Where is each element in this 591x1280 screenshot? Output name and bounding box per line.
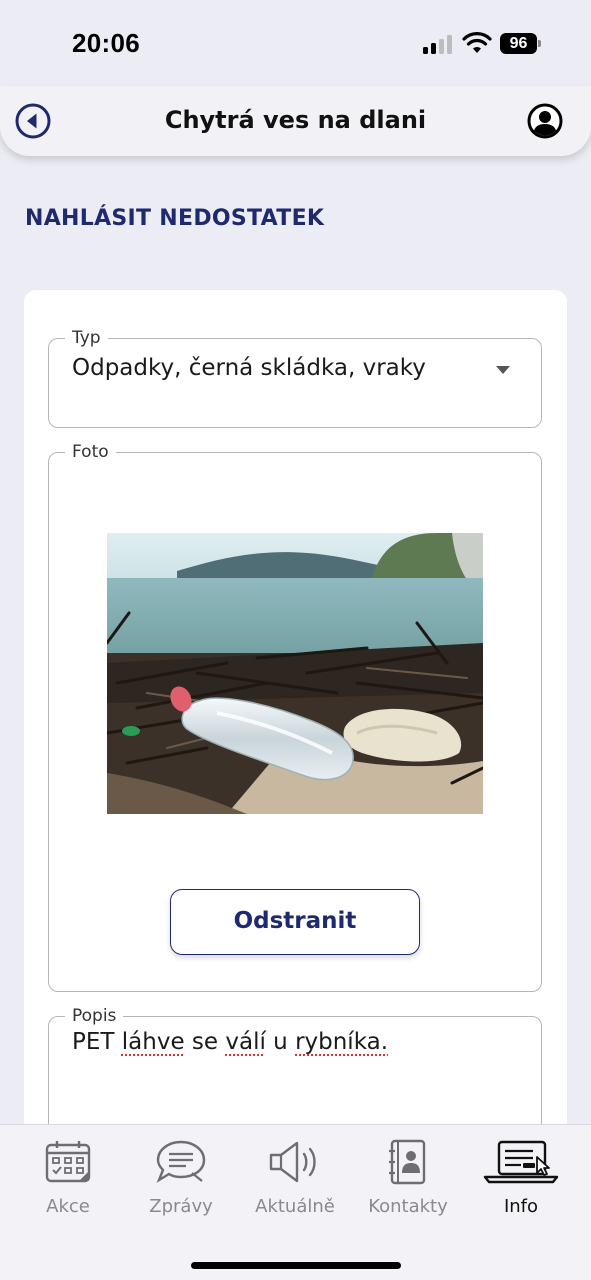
tab-aktualne[interactable]: Aktuálně xyxy=(240,1139,350,1219)
description-value: PET láhve se válí u rybníka. xyxy=(72,1029,388,1055)
type-value: Odpadky, černá skládka, vraky xyxy=(72,355,426,381)
dropdown-caret-icon xyxy=(496,366,510,374)
report-form-card: Typ Odpadky, černá skládka, vraky Foto O… xyxy=(24,290,567,1216)
tab-akce[interactable]: Akce xyxy=(13,1139,123,1219)
tab-zpravy[interactable]: Zprávy xyxy=(126,1139,236,1219)
user-profile-icon[interactable] xyxy=(527,103,563,139)
photo-label: Foto xyxy=(65,441,116,463)
type-label: Typ xyxy=(65,327,108,349)
description-word-misspelled: láhve xyxy=(121,1029,185,1055)
tab-label: Kontakty xyxy=(368,1196,448,1217)
description-word-misspelled: rybníka. xyxy=(295,1029,389,1055)
home-indicator xyxy=(191,1262,401,1269)
remove-photo-button[interactable]: Odstranit xyxy=(170,889,420,955)
description-word: u xyxy=(273,1029,288,1055)
type-select[interactable]: Typ Odpadky, černá skládka, vraky xyxy=(48,327,542,428)
laptop-cursor-icon xyxy=(483,1140,559,1184)
bottom-tab-bar: Akce Zprávy Aktuálně Kontakty Info xyxy=(0,1124,591,1280)
tab-kontakty[interactable]: Kontakty xyxy=(353,1139,463,1219)
description-word-misspelled: válí xyxy=(225,1029,266,1055)
calendar-icon xyxy=(45,1141,91,1183)
app-header: Chytrá ves na dlani xyxy=(0,86,591,156)
status-time: 20:06 xyxy=(72,28,140,58)
description-word: se xyxy=(191,1029,219,1055)
page-heading: NAHLÁSIT NEDOSTATEK xyxy=(25,206,325,231)
description-label: Popis xyxy=(65,1005,124,1027)
tab-info[interactable]: Info xyxy=(466,1139,576,1219)
cellular-signal-icon xyxy=(423,34,455,54)
wifi-icon xyxy=(462,32,492,53)
tab-label: Info xyxy=(503,1196,539,1217)
tab-label: Akce xyxy=(46,1196,90,1217)
contact-book-icon xyxy=(389,1139,426,1185)
speaker-icon xyxy=(269,1141,316,1183)
uploaded-photo xyxy=(107,533,483,814)
battery-icon: 96 xyxy=(500,33,542,54)
tab-label: Zprávy xyxy=(149,1196,213,1217)
status-bar: 20:06 96 xyxy=(0,0,591,86)
photo-field: Foto Odstranit xyxy=(48,441,542,992)
battery-level: 96 xyxy=(500,33,537,54)
tab-label: Aktuálně xyxy=(255,1196,335,1217)
app-title: Chytrá ves na dlani xyxy=(164,106,427,134)
description-word: PET xyxy=(72,1029,115,1055)
chat-bubble-icon xyxy=(156,1140,206,1183)
